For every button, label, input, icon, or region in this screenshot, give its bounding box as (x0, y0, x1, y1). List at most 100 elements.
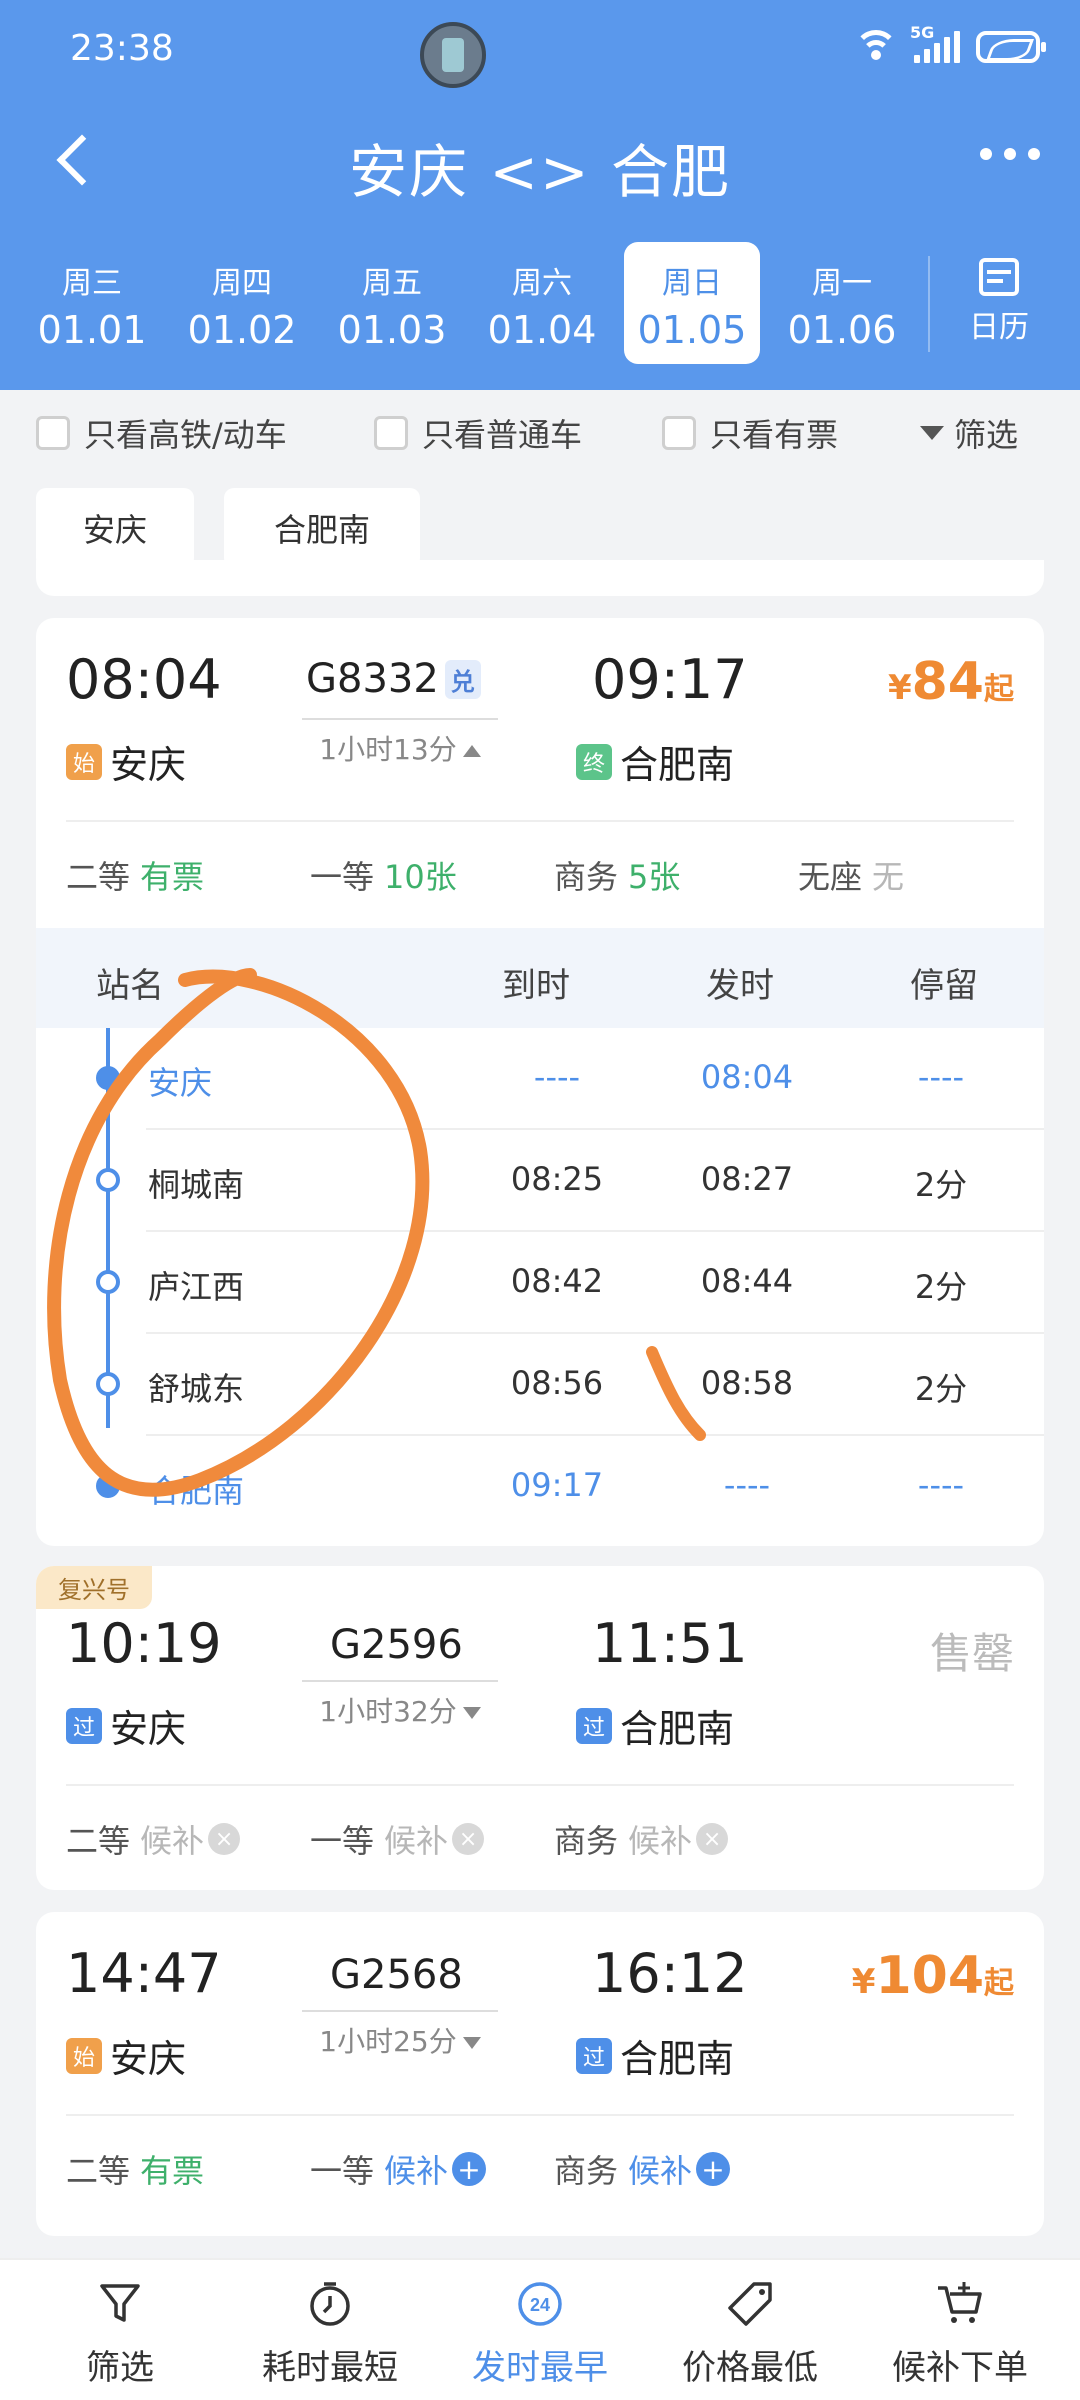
seat-class: 商务 (554, 2152, 619, 2190)
funnel-icon (100, 2284, 140, 2322)
duration-toggle[interactable]: 1小时32分 (302, 1680, 498, 1730)
add-circle-icon[interactable]: + (452, 2152, 487, 2186)
station-chip-anqing[interactable]: 安庆 (36, 488, 194, 568)
status-bar: 23:38 5G (0, 0, 1080, 100)
filter-label: 只看普通车 (422, 416, 583, 454)
price: ¥104起 (852, 1946, 1014, 2006)
stop-arrive: 08:25 (510, 1160, 604, 1198)
date-weekday: 周三 (62, 266, 122, 301)
filter-available-only[interactable]: 只看有票 (662, 410, 838, 456)
seat-class: 一等 (310, 2152, 375, 2190)
date-value: 01.03 (337, 308, 447, 352)
stop-name: 桐城南 (148, 1166, 245, 1204)
stop-stay: ---- (917, 1058, 965, 1096)
date-tab-0106[interactable]: 周一 01.06 (774, 242, 910, 364)
pass-badge: 过 (66, 1707, 102, 1744)
date-tab-0105-selected[interactable]: 周日 01.05 (624, 242, 760, 364)
close-circle-icon: × (452, 1823, 485, 1855)
cart-plus-icon (938, 2282, 982, 2323)
col-depart: 发时 (706, 966, 774, 1006)
train-number: G2568 (330, 1952, 463, 1998)
stop-depart: ---- (723, 1466, 771, 1504)
seat-second-class: 二等 候补 × (66, 1816, 241, 1862)
page-title: 安庆 <> 合肥 (348, 138, 732, 206)
checkbox-icon[interactable] (662, 416, 696, 450)
nav-filter[interactable]: 筛选 (20, 2278, 220, 2389)
duration-text: 1小时32分 (319, 1695, 457, 1728)
status-time: 23:38 (70, 28, 174, 69)
stop-stay: ---- (917, 1466, 965, 1504)
more-options-button[interactable] (980, 148, 1040, 160)
filter-button[interactable]: 筛选 (920, 410, 1018, 456)
nav-shortest[interactable]: 耗时最短 (230, 2278, 430, 2389)
stop-row: 舒城东 08:56 08:58 2分 (36, 1334, 1044, 1436)
stops-header: 站名 到时 发时 停留 (36, 928, 1044, 1028)
close-circle-icon: × (208, 1823, 241, 1855)
to-station-name: 合肥南 (620, 743, 735, 787)
date-value: 01.06 (787, 308, 897, 352)
train-card-g2568[interactable]: 14:47 G2568 16:12 ¥104起 1小时25分 始 安庆 过 合肥… (36, 1912, 1044, 2236)
status-icons: 5G (854, 23, 1046, 64)
to-station: 终 合肥南 (576, 734, 734, 789)
stop-depart: 08:04 (700, 1058, 794, 1096)
seat-first-class[interactable]: 一等 候补 + (310, 2146, 487, 2192)
from-station-name: 安庆 (110, 1707, 187, 1751)
price: ¥84起 (888, 652, 1014, 712)
price-symbol: ¥ (851, 1962, 876, 2002)
seat-class: 无座 (798, 858, 863, 896)
price-amount: 104 (875, 1946, 984, 2006)
exchange-badge: 兑 (444, 659, 481, 699)
date-value: 01.04 (487, 308, 597, 352)
duration-toggle[interactable]: 1小时13分 (302, 718, 498, 768)
checkbox-icon[interactable] (36, 416, 70, 450)
from-station-name: 安庆 (110, 2037, 187, 2081)
nav-cheapest[interactable]: 价格最低 (650, 2278, 850, 2389)
to-station: 过 合肥南 (576, 1698, 734, 1753)
date-tab-0102[interactable]: 周四 01.02 (174, 242, 310, 364)
stops-table: 站名 到时 发时 停留 安庆 ---- 08:04 ---- 桐城南 08:25… (36, 928, 1044, 1538)
bottom-nav: 筛选 耗时最短 24 发时最早 价格最低 候补下单 (0, 2258, 1080, 2400)
nav-label: 发时最早 (472, 2348, 608, 2388)
header: 23:38 5G 安庆 <> 合肥 周三 01.01 周四 01.02 周五 0… (0, 0, 1080, 390)
price-suffix: 起 (984, 1966, 1014, 2001)
nav-label: 耗时最短 (262, 2348, 398, 2388)
seat-status: 有票 (140, 2152, 205, 2190)
date-tab-0104[interactable]: 周六 01.04 (474, 242, 610, 364)
stop-row: 安庆 ---- 08:04 ---- (36, 1028, 1044, 1130)
calendar-button[interactable]: 日历 (936, 242, 1062, 364)
seat-class: 商务 (554, 1822, 619, 1860)
duration-toggle[interactable]: 1小时25分 (302, 2010, 498, 2060)
from-station: 过 安庆 (66, 1698, 186, 1753)
filter-normal-train[interactable]: 只看普通车 (374, 410, 582, 456)
stop-name: 安庆 (148, 1064, 213, 1102)
seat-status: 有票 (140, 858, 205, 896)
train-card-g2596[interactable]: 复兴号 10:19 G2596 11:51 售罄 1小时32分 过 安庆 过 合… (36, 1566, 1044, 1890)
nav-label: 筛选 (86, 2348, 154, 2388)
seat-business[interactable]: 商务 候补 + (554, 2146, 731, 2192)
seat-first-class: 一等 候补 × (310, 1816, 485, 1862)
train-number: G8332 兑 (306, 656, 481, 702)
date-weekday: 周一 (812, 266, 872, 301)
notification-app-icon (420, 22, 486, 88)
nav-waitlist-order[interactable]: 候补下单 (860, 2278, 1060, 2389)
date-value: 01.01 (37, 308, 147, 352)
filter-high-speed[interactable]: 只看高铁/动车 (36, 410, 287, 456)
sold-out-status: 售罄 (929, 1629, 1014, 1678)
depart-time: 10:19 (66, 1612, 222, 1675)
train-card-g8332[interactable]: 08:04 G8332 兑 09:17 ¥84起 1小时13分 始 安庆 终 合… (36, 618, 1044, 1546)
date-tab-0103[interactable]: 周五 01.03 (324, 242, 460, 364)
seat-second-class: 二等 有票 (66, 852, 204, 898)
seat-class: 商务 (554, 858, 619, 896)
date-tab-0101[interactable]: 周三 01.01 (24, 242, 160, 364)
checkbox-icon[interactable] (374, 416, 408, 450)
battery-icon (976, 31, 1046, 63)
station-chip-hefeinan[interactable]: 合肥南 (224, 488, 420, 568)
duration-text: 1小时25分 (319, 2025, 457, 2058)
seat-status: 候补 (628, 1822, 693, 1860)
seat-status: 候补 (384, 1822, 449, 1860)
24-clock-icon: 24 (518, 2282, 562, 2326)
seat-class: 二等 (66, 1822, 131, 1860)
add-circle-icon[interactable]: + (696, 2152, 731, 2186)
nav-earliest[interactable]: 24 发时最早 (440, 2278, 640, 2389)
seat-class: 二等 (66, 858, 131, 896)
